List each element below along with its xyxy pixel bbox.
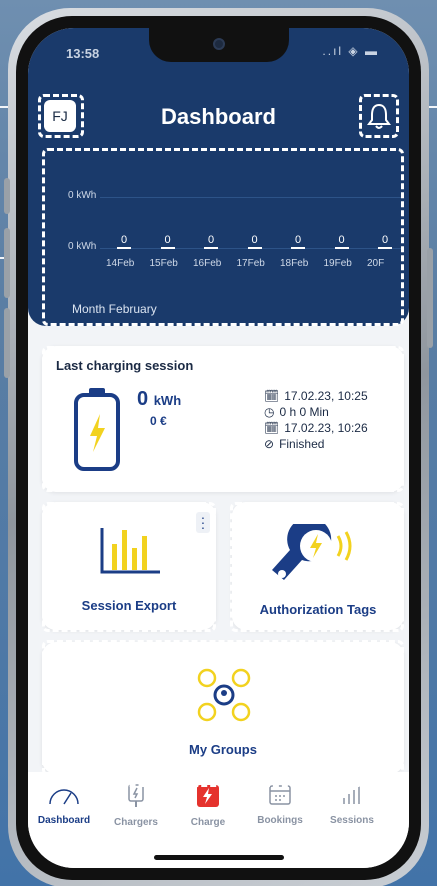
status-time: 13:58 <box>66 46 100 61</box>
page-title: Dashboard <box>161 104 276 129</box>
home-indicator <box>153 855 284 860</box>
phone-frame: 13:58 ..ıl ◈ ▬ FJ Dashboard 0 kWh 0 kWh … <box>4 8 433 886</box>
side-button <box>4 228 10 298</box>
chart-highlight <box>42 148 404 326</box>
notch <box>148 28 289 62</box>
phone-bezel: 13:58 ..ıl ◈ ▬ FJ Dashboard 0 kWh 0 kWh … <box>16 16 421 880</box>
side-button <box>4 308 10 378</box>
app-screen: 13:58 ..ıl ◈ ▬ FJ Dashboard 0 kWh 0 kWh … <box>28 28 409 868</box>
bell-highlight <box>359 94 399 138</box>
auth-highlight <box>230 502 404 632</box>
status-icons: ..ıl ◈ ▬ <box>322 44 379 58</box>
tabbar-highlight <box>34 784 398 850</box>
groups-highlight <box>42 640 404 776</box>
session-highlight <box>42 346 404 492</box>
side-button <box>4 178 10 214</box>
export-highlight <box>42 502 216 632</box>
camera <box>212 38 225 50</box>
side-button <box>427 248 433 348</box>
